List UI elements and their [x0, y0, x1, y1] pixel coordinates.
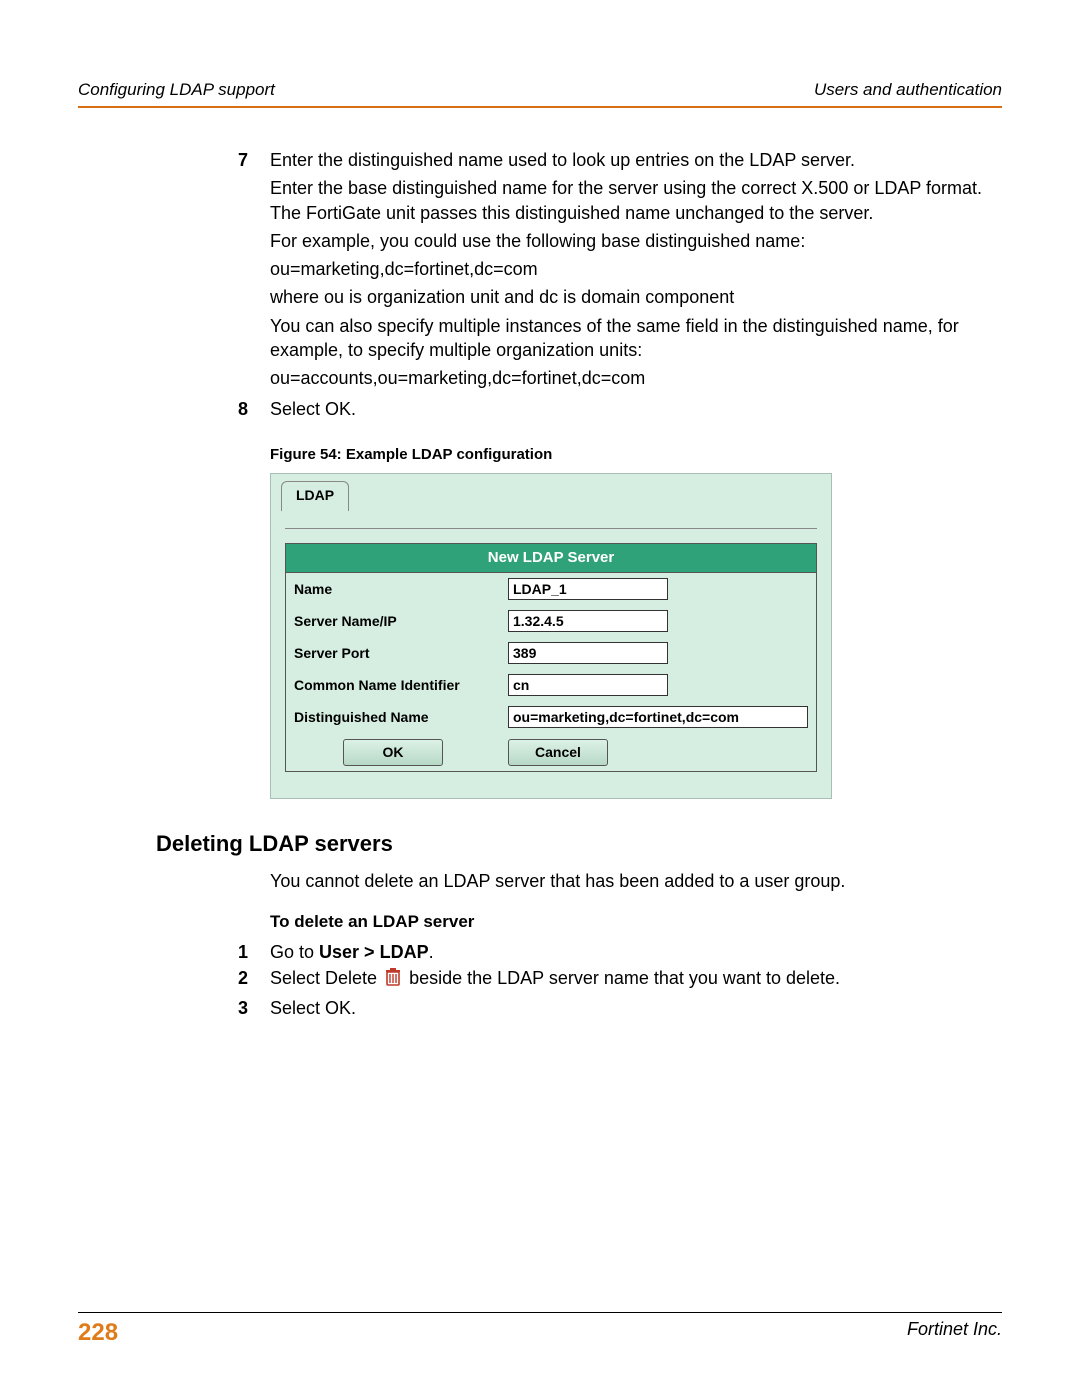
panel-title: New LDAP Server: [286, 544, 816, 573]
name-input[interactable]: [508, 578, 668, 600]
field-label-port: Server Port: [286, 637, 500, 669]
nav-path: User > LDAP: [319, 942, 429, 962]
dn-input[interactable]: [508, 706, 808, 728]
ldap-form-panel: New LDAP Server Name Server Name/IP Serv…: [285, 543, 817, 772]
step-line: Select OK.: [270, 397, 1002, 421]
tab-row: LDAP: [271, 474, 831, 510]
text: Go to: [270, 942, 319, 962]
step-number: 2: [78, 966, 270, 993]
step-body: Select Delete beside the LDAP server nam…: [270, 966, 1002, 993]
section-intro: You cannot delete an LDAP server that ha…: [270, 869, 1002, 893]
trash-icon: [384, 967, 402, 993]
delete-step-3: 3 Select OK.: [78, 996, 1002, 1020]
text: .: [429, 942, 434, 962]
step-7: 7 Enter the distinguished name used to l…: [78, 148, 1002, 395]
port-input[interactable]: [508, 642, 668, 664]
cancel-button[interactable]: Cancel: [508, 739, 608, 766]
field-label-server: Server Name/IP: [286, 605, 500, 637]
delete-step-1: 1 Go to User > LDAP.: [78, 940, 1002, 964]
body-content: 7 Enter the distinguished name used to l…: [78, 148, 1002, 1020]
ldap-config-screenshot: LDAP New LDAP Server Name Server Name/IP…: [270, 473, 832, 799]
field-label-dn: Distinguished Name: [286, 701, 500, 733]
step-8: 8 Select OK.: [78, 397, 1002, 425]
step-line: ou=accounts,ou=marketing,dc=fortinet,dc=…: [270, 366, 1002, 390]
step-number: 7: [78, 148, 270, 395]
step-number: 8: [78, 397, 270, 425]
text: Select OK.: [270, 998, 356, 1018]
step-body: Go to User > LDAP.: [270, 940, 1002, 964]
step-line: You can also specify multiple instances …: [270, 314, 1002, 363]
step-line: ou=marketing,dc=fortinet,dc=com: [270, 257, 1002, 281]
header-right: Users and authentication: [814, 80, 1002, 100]
text: Select Delete: [270, 968, 382, 988]
header-left: Configuring LDAP support: [78, 80, 275, 100]
subheading: To delete an LDAP server: [270, 911, 1002, 934]
field-label-cni: Common Name Identifier: [286, 669, 500, 701]
step-line: Enter the distinguished name used to loo…: [270, 148, 1002, 172]
step-body: Enter the distinguished name used to loo…: [270, 148, 1002, 395]
step-line: where ou is organization unit and dc is …: [270, 285, 1002, 309]
tab-ldap[interactable]: LDAP: [281, 481, 349, 511]
footer-company: Fortinet Inc.: [907, 1319, 1002, 1347]
step-body: Select OK.: [270, 397, 1002, 425]
figure-caption: Figure 54: Example LDAP configuration: [270, 445, 1002, 465]
ok-button[interactable]: OK: [343, 739, 443, 766]
step-line: Enter the base distinguished name for th…: [270, 176, 1002, 225]
step-body: Select OK.: [270, 996, 1002, 1020]
server-input[interactable]: [508, 610, 668, 632]
section-heading: Deleting LDAP servers: [156, 829, 1002, 859]
field-label-name: Name: [286, 573, 500, 605]
page-header: Configuring LDAP support Users and authe…: [78, 80, 1002, 108]
page-footer: 228 Fortinet Inc.: [78, 1312, 1002, 1347]
page-number: 228: [78, 1319, 118, 1347]
step-line: For example, you could use the following…: [270, 229, 1002, 253]
step-number: 1: [78, 940, 270, 964]
cni-input[interactable]: [508, 674, 668, 696]
step-number: 3: [78, 996, 270, 1020]
delete-step-2: 2 Select Delete beside the LDAP server n…: [78, 966, 1002, 993]
text: beside the LDAP server name that you wan…: [409, 968, 840, 988]
